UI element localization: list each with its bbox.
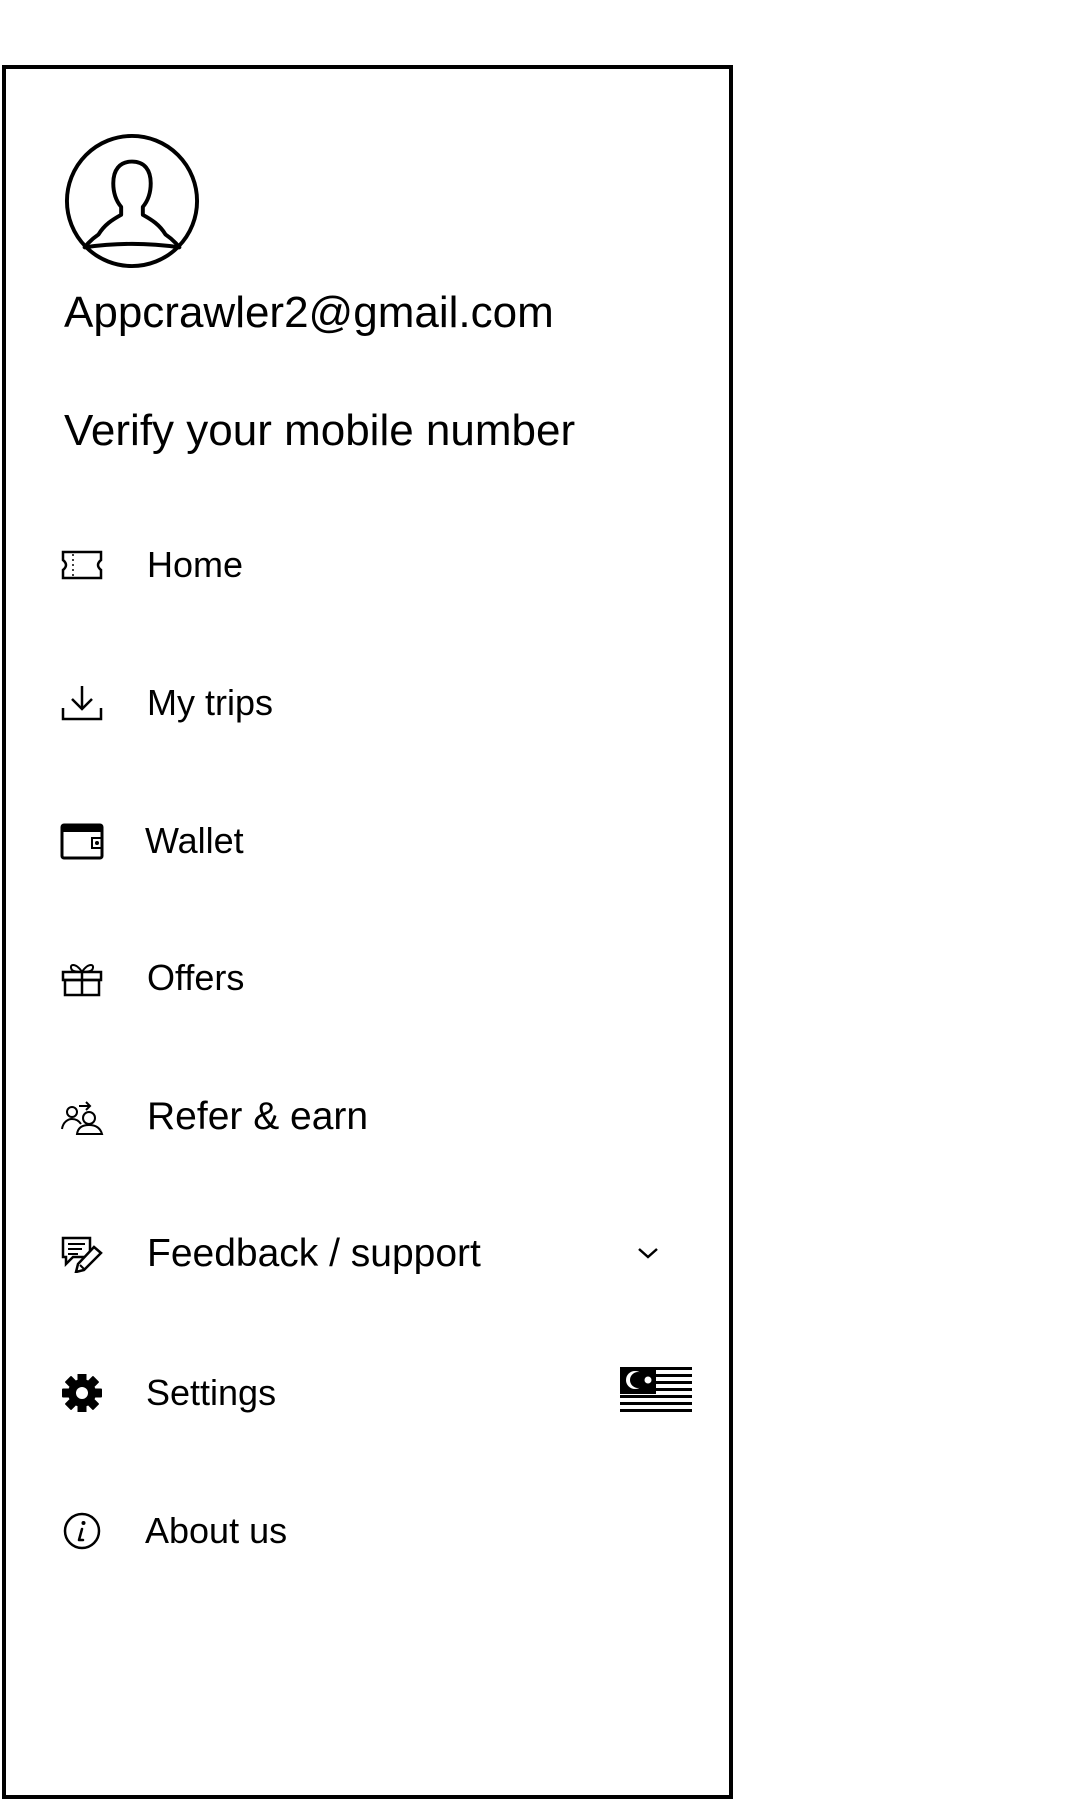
menu-item-label: Settings [146, 1372, 277, 1413]
user-email: Appcrawler2@gmail.com [64, 288, 554, 337]
menu-item-my-trips[interactable]: My trips [6, 658, 729, 748]
menu-item-feedback-support[interactable]: Feedback / support [6, 1209, 729, 1299]
refer-users-icon [61, 1101, 104, 1135]
user-avatar-icon[interactable] [63, 132, 201, 270]
menu-item-label: Feedback / support [147, 1232, 481, 1275]
wallet-icon [60, 823, 104, 860]
menu-item-label: Offers [147, 957, 245, 998]
menu-item-label: Refer & earn [147, 1095, 369, 1138]
menu-item-offers[interactable]: Offers [6, 933, 729, 1023]
menu-item-refer-earn[interactable]: Refer & earn [6, 1072, 729, 1162]
menu-item-label: My trips [147, 682, 273, 723]
gift-icon [61, 964, 103, 997]
menu-item-settings[interactable]: Settings [6, 1348, 729, 1438]
navigation-drawer: Appcrawler2@gmail.com Verify your mobile… [2, 65, 733, 1799]
malaysia-flag-icon[interactable] [620, 1367, 692, 1415]
menu-item-home[interactable]: Home [6, 520, 729, 610]
info-icon [63, 1512, 101, 1550]
menu-item-label: About us [145, 1510, 288, 1551]
chevron-down-icon[interactable] [636, 1245, 660, 1261]
menu-item-label: Wallet [145, 820, 244, 861]
ticket-icon [61, 550, 103, 580]
menu-item-label: Home [147, 544, 244, 585]
download-icon [61, 686, 103, 721]
verify-mobile-link[interactable]: Verify your mobile number [64, 405, 575, 458]
menu-item-wallet[interactable]: Wallet [6, 796, 729, 886]
menu-item-about-us[interactable]: About us [6, 1486, 729, 1576]
gear-icon [62, 1374, 102, 1412]
feedback-edit-icon [61, 1236, 103, 1273]
